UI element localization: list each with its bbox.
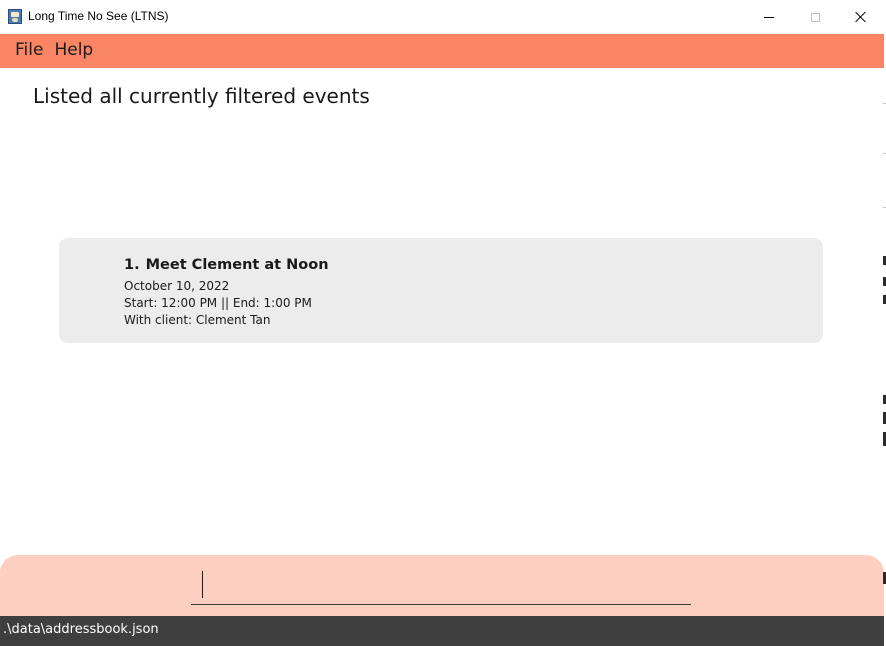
event-title: Meet Clement at Noon [145, 257, 329, 273]
event-date: October 10, 2022 [124, 279, 230, 293]
minimize-icon [764, 16, 774, 18]
result-display: Listed all currently filtered events [33, 84, 370, 108]
minimize-button[interactable] [746, 0, 792, 34]
event-index: 1. [124, 257, 140, 273]
menu-file[interactable]: File [15, 40, 43, 62]
save-location: .\data\addressbook.json [3, 622, 159, 637]
app-window: Long Time No See (LTNS) File Help Listed… [0, 0, 885, 646]
command-input[interactable] [191, 567, 691, 605]
text-caret [202, 571, 203, 598]
window-title: Long Time No See (LTNS) [28, 9, 169, 23]
close-icon [855, 11, 867, 23]
menu-help[interactable]: Help [54, 40, 93, 62]
maximize-button[interactable] [792, 0, 838, 34]
title-bar[interactable]: Long Time No See (LTNS) [0, 0, 884, 34]
close-button[interactable] [838, 0, 884, 34]
maximize-icon [810, 12, 820, 22]
app-icon [8, 9, 22, 24]
status-bar: .\data\addressbook.json [0, 616, 884, 646]
event-heading: 1. Meet Clement at Noon [124, 257, 329, 273]
event-card[interactable]: 1. Meet Clement at Noon October 10, 2022 … [59, 238, 823, 343]
event-time: Start: 12:00 PM || End: 1:00 PM [124, 296, 312, 310]
menu-bar: File Help [0, 34, 884, 68]
command-area [0, 555, 884, 616]
event-client: With client: Clement Tan [124, 313, 271, 327]
